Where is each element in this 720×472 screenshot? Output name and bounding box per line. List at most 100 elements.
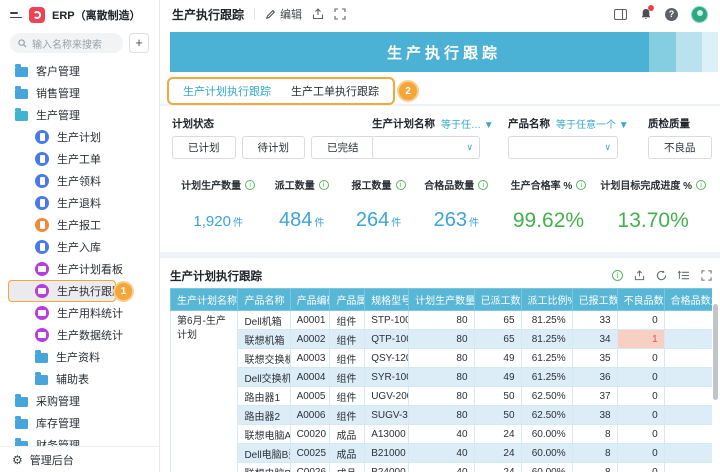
- table-row-2[interactable]: 联想交换机A0003组件QSY-120804961.25%350: [171, 349, 713, 368]
- admin-backend-link[interactable]: ⚙ 管理后台: [0, 446, 159, 472]
- column-header-8[interactable]: 已报工数量: [572, 289, 617, 311]
- info-icon[interactable]: i: [319, 180, 329, 190]
- sidebar-item-14[interactable]: 辅助表: [8, 368, 153, 390]
- notifications-button[interactable]: [640, 8, 652, 21]
- column-header-9[interactable]: 不良品数量: [617, 289, 664, 311]
- app-logo: [29, 7, 45, 23]
- sidebar-item-7[interactable]: 生产报工: [8, 214, 153, 236]
- table-row-5[interactable]: 路由器2A0006组件SUGV-305805062.50%380: [171, 406, 713, 425]
- plan-name-select[interactable]: ∨: [372, 136, 480, 159]
- column-header-5[interactable]: 计划生产数量: [409, 289, 474, 311]
- status-option-1[interactable]: 待计划: [242, 136, 306, 159]
- refresh-icon[interactable]: [656, 270, 667, 281]
- info-icon[interactable]: i: [478, 180, 488, 190]
- sidebar-item-15[interactable]: 采购管理: [8, 390, 153, 412]
- fullscreen-button[interactable]: [334, 8, 346, 20]
- product-name-select[interactable]: ∨: [508, 136, 618, 159]
- chevron-down-icon: ∨: [604, 142, 611, 153]
- sidebar-item-2[interactable]: 生产管理: [8, 104, 153, 126]
- export-icon[interactable]: [634, 270, 645, 281]
- search-input[interactable]: 输入名称来搜索: [10, 33, 123, 53]
- table-row-8[interactable]: 联想电脑B型C0026成品B24000402460.00%80: [171, 463, 713, 472]
- expand-icon[interactable]: [701, 270, 712, 281]
- defective-filter-button[interactable]: 不良品: [648, 136, 712, 159]
- column-header-10[interactable]: 合格品数量: [664, 289, 712, 311]
- sidebar-item-4[interactable]: 生产工单: [8, 148, 153, 170]
- sidebar-item-12[interactable]: 生产数据统计: [8, 324, 153, 346]
- table-toolbar: i: [612, 270, 712, 281]
- filter-kpi-card: 计划状态 已计划待计划已完结 生产计划名称 等于任… ▼ ∨ 产品名称 等于任意…: [160, 106, 720, 252]
- table-cell: 60.00%: [521, 463, 572, 472]
- edit-button[interactable]: 编辑: [265, 6, 302, 22]
- plan-name-operator[interactable]: 等于任… ▼: [441, 116, 494, 131]
- table-row-4[interactable]: 路由器1A0005组件UGV-200805062.50%370: [171, 387, 713, 406]
- table-scroll-area[interactable]: 生产计划名称产品名称产品编码产品属性规格型号计划生产数量已派工数量派工比例%已报…: [170, 288, 712, 472]
- status-option-2[interactable]: 已完结: [311, 136, 375, 159]
- help-icon[interactable]: ?: [665, 8, 678, 21]
- table-cell: 33: [572, 311, 617, 330]
- sidebar-item-6[interactable]: 生产退料: [8, 192, 153, 214]
- table-row-1[interactable]: 联想机箱A0002组件QTP-100806581.25%341: [171, 330, 713, 349]
- table-row-6[interactable]: 联想电脑A型C0020成品A13000402460.00%80: [171, 425, 713, 444]
- table-cell: 40: [409, 444, 474, 463]
- table-cell: 0: [617, 463, 664, 472]
- table-cell: Dell电脑B型: [238, 444, 290, 463]
- info-icon[interactable]: i: [396, 180, 406, 190]
- table-cell: A0004: [290, 368, 330, 387]
- report-icon: [35, 218, 49, 232]
- annotation-badge-2: 2: [399, 82, 417, 100]
- plan-status-options: 已计划待计划已完结: [172, 136, 364, 159]
- sidebar-item-label: 辅助表: [56, 371, 89, 387]
- main-area: 生产执行跟踪 编辑 ? 生产执行跟踪: [160, 0, 720, 472]
- table-cell: 成品: [330, 463, 365, 472]
- table-cell: 0: [617, 444, 664, 463]
- info-icon[interactable]: i: [612, 270, 623, 281]
- table-cell: 组件: [330, 387, 365, 406]
- info-icon[interactable]: i: [245, 180, 255, 190]
- sidebar-item-1[interactable]: 销售管理: [8, 82, 153, 104]
- column-header-6[interactable]: 已派工数量: [474, 289, 521, 311]
- column-header-7[interactable]: 派工比例%: [521, 289, 572, 311]
- kpi-label: 生产合格率 %: [511, 177, 573, 192]
- sidebar-item-17[interactable]: 财务管理: [8, 434, 153, 446]
- table-cell: 联想电脑A型: [238, 425, 290, 444]
- add-button[interactable]: +: [129, 33, 149, 53]
- status-option-0[interactable]: 已计划: [172, 136, 236, 159]
- column-header-2[interactable]: 产品编码: [290, 289, 330, 311]
- table-row-3[interactable]: Dell交换机A0004组件SYR-100804961.25%360: [171, 368, 713, 387]
- info-icon[interactable]: i: [696, 180, 706, 190]
- tab-1[interactable]: 生产工单执行跟踪: [281, 80, 389, 102]
- column-header-1[interactable]: 产品名称: [238, 289, 290, 311]
- sidebar-item-9[interactable]: 生产计划看板: [8, 258, 153, 280]
- table-row-0[interactable]: 第6月-生产计划Dell机箱A0001组件STP-100806581.25%33…: [171, 311, 713, 330]
- sidebar-item-5[interactable]: 生产领料: [8, 170, 153, 192]
- sidebar-item-11[interactable]: 生产用料统计: [8, 302, 153, 324]
- sidebar-item-16[interactable]: 库存管理: [8, 412, 153, 434]
- table-cell: [664, 444, 712, 463]
- table-cell: 80: [409, 330, 474, 349]
- info-icon[interactable]: i: [576, 180, 586, 190]
- table-cell: 80: [409, 387, 474, 406]
- table-cell: 8: [572, 425, 617, 444]
- column-header-0[interactable]: 生产计划名称: [171, 289, 238, 311]
- column-header-3[interactable]: 产品属性: [330, 289, 365, 311]
- avatar[interactable]: [691, 6, 708, 23]
- product-name-operator[interactable]: 等于任意一个 ▼: [556, 116, 629, 131]
- collapse-menu-icon[interactable]: [10, 12, 22, 18]
- vertical-scrollbar[interactable]: [713, 304, 718, 400]
- sidebar-item-0[interactable]: 客户管理: [8, 60, 153, 82]
- sidebar-item-10[interactable]: 生产执行跟踪1: [8, 280, 116, 302]
- sidebar-item-label: 生产计划看板: [57, 261, 123, 277]
- table-row-7[interactable]: Dell电脑B型C0025成品B21000402460.00%80: [171, 444, 713, 463]
- sidebar-item-3[interactable]: 生产计划: [8, 126, 153, 148]
- document-icon: [35, 240, 49, 254]
- sidebar-item-13[interactable]: 生产资料: [8, 346, 153, 368]
- divider: [254, 8, 255, 20]
- share-button[interactable]: [312, 8, 324, 20]
- sidebar-item-8[interactable]: 生产入库: [8, 236, 153, 258]
- panel-toggle-button[interactable]: [614, 9, 627, 20]
- column-settings-icon[interactable]: [678, 270, 690, 281]
- table-cell: 联想电脑B型: [238, 463, 290, 472]
- column-header-4[interactable]: 规格型号: [365, 289, 409, 311]
- tab-0[interactable]: 生产计划执行跟踪: [173, 80, 281, 102]
